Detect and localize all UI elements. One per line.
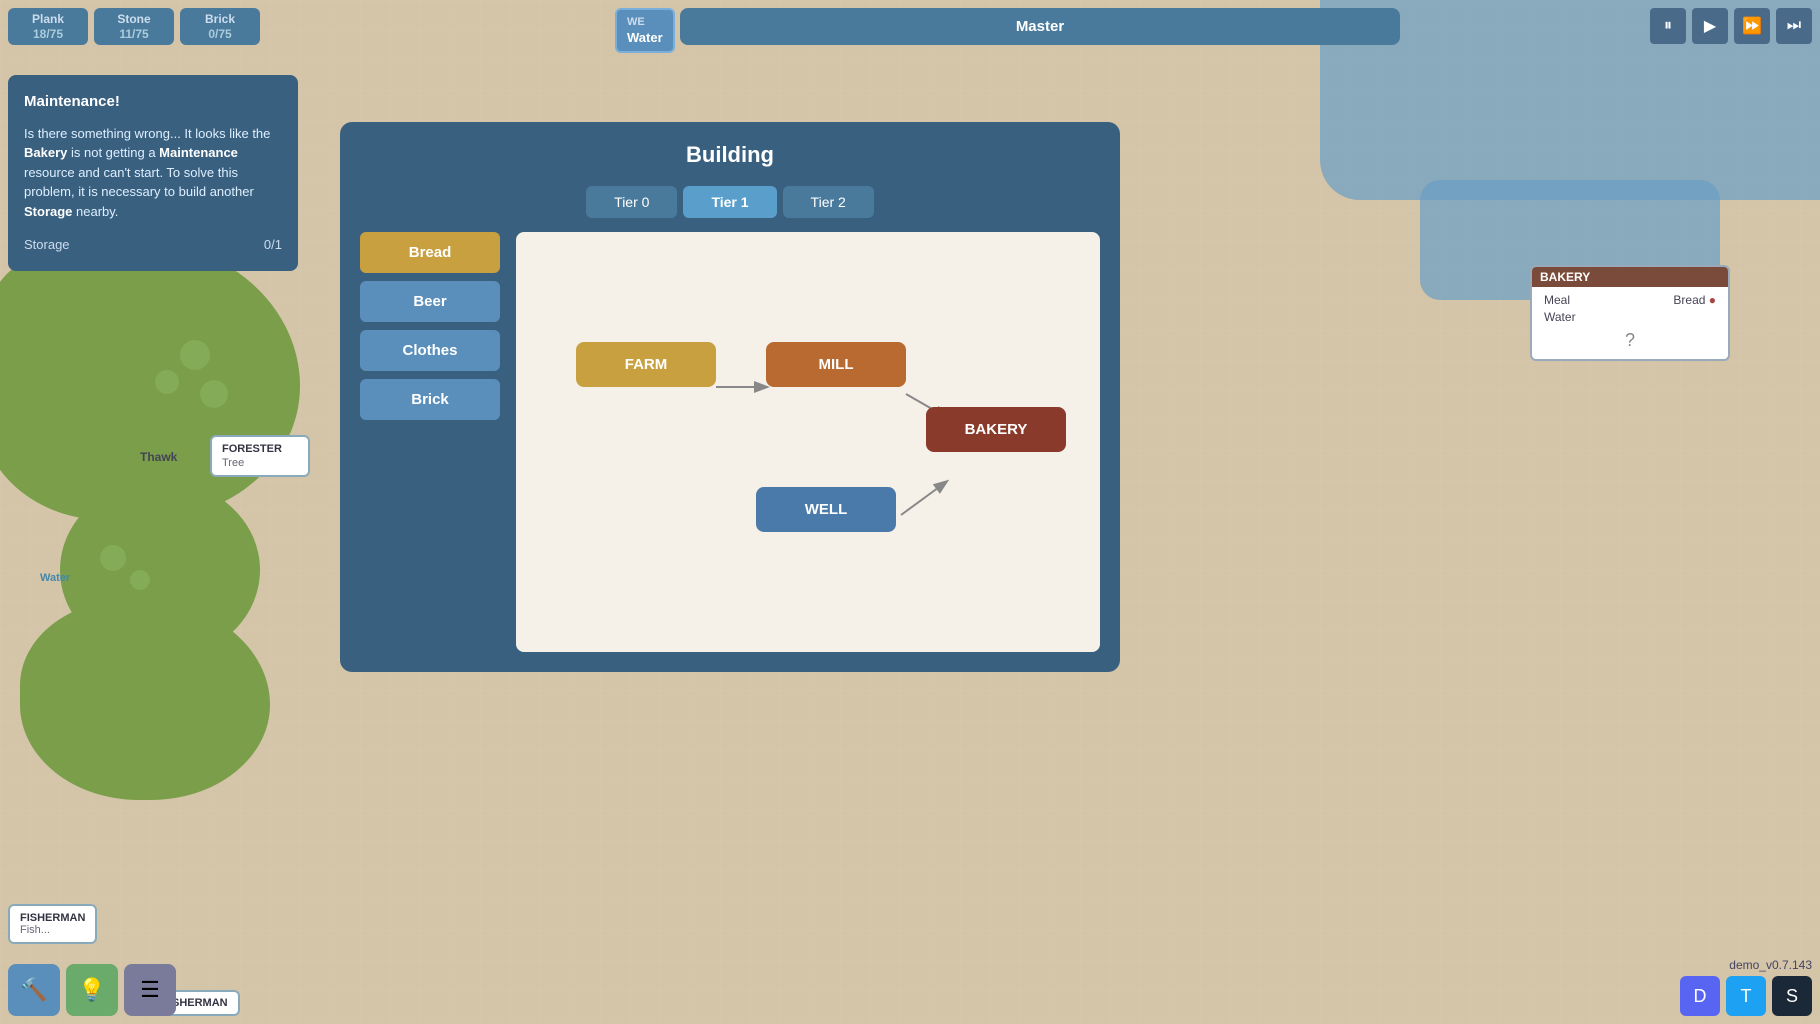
master-panel: Master (680, 8, 1400, 45)
bread-category-button[interactable]: Bread (360, 232, 500, 273)
tier-0-tab[interactable]: Tier 0 (586, 186, 677, 218)
fisherman-title: FISHERMAN (20, 912, 85, 924)
bakery-reference: Bakery (24, 145, 67, 160)
plank-resource: Plank 18/75 (8, 8, 88, 45)
we-label: WE (627, 16, 663, 28)
water-map-label: Water (40, 572, 70, 584)
resource-bar: Plank 18/75 Stone 11/75 Brick 0/75 (8, 8, 260, 45)
menu-icon: ☰ (140, 977, 160, 1003)
maintenance-body: Is there something wrong... It looks lik… (24, 124, 282, 222)
playback-controls: ⏸ ▶ ⏩ ⏭ (1650, 8, 1812, 44)
bottom-toolbar: 🔨 💡 ☰ (8, 964, 176, 1016)
category-sidebar: Bread Beer Clothes Brick (360, 232, 500, 652)
hammer-button[interactable]: 🔨 (8, 964, 60, 1016)
stone-resource: Stone 11/75 (94, 8, 174, 45)
fastest-button[interactable]: ⏭ (1776, 8, 1812, 44)
stone-value: 11/75 (104, 27, 164, 41)
building-dialog: Building Tier 0 Tier 1 Tier 2 Bread Beer… (340, 122, 1120, 672)
bakery-diagram-node: BAKERY (926, 407, 1066, 452)
terrain-detail (155, 370, 179, 394)
forester-resource: Tree (222, 457, 298, 469)
maintenance-reference: Maintenance (159, 145, 238, 160)
play-button[interactable]: ▶ (1692, 8, 1728, 44)
storage-reference: Storage (24, 204, 72, 219)
plank-label: Plank (18, 12, 78, 26)
beer-category-button[interactable]: Beer (360, 281, 500, 322)
storage-row: Storage 0/1 (24, 235, 282, 255)
mill-diagram-node: MILL (766, 342, 906, 387)
maintenance-title: Maintenance! (24, 91, 282, 114)
pause-button[interactable]: ⏸ (1650, 8, 1686, 44)
plank-value: 18/75 (18, 27, 78, 41)
sherman-label: SHERMAN (172, 997, 228, 1009)
meal-label: Meal (1544, 293, 1570, 307)
version-label: demo_v0.7.143 (1729, 958, 1812, 972)
bakery-diagram-label: BAKERY (965, 421, 1028, 438)
forester-title: FORESTER (222, 443, 298, 455)
tier-2-tab[interactable]: Tier 2 (783, 186, 874, 218)
farm-label: FARM (625, 356, 668, 373)
question-mark: ? (1544, 330, 1716, 351)
building-diagram: FARM MILL BAKERY WELL (516, 232, 1100, 652)
water-label-node: Water (1544, 310, 1576, 324)
water-row: Water (1544, 310, 1716, 324)
discord-icon: D (1694, 986, 1707, 1007)
storage-label: Storage (24, 235, 70, 255)
fisherman-resource: Fish... (20, 924, 85, 936)
bread-value: Bread ● (1673, 293, 1716, 307)
fisherman-node: FISHERMAN Fish... (8, 904, 97, 944)
farm-diagram-node: FARM (576, 342, 716, 387)
dialog-content: Bread Beer Clothes Brick (360, 232, 1100, 652)
terrain-detail (100, 545, 126, 571)
twitter-button[interactable]: T (1726, 976, 1766, 1016)
hammer-icon: 🔨 (20, 977, 47, 1003)
mill-label: MILL (819, 356, 854, 373)
dialog-title: Building (360, 142, 1100, 168)
tier-1-tab[interactable]: Tier 1 (683, 186, 776, 218)
terrain-detail (180, 340, 210, 370)
brick-value: 0/75 (190, 27, 250, 41)
we-water-node: WE Water (615, 8, 675, 53)
light-button[interactable]: 💡 (66, 964, 118, 1016)
brick-label: Brick (190, 12, 250, 26)
light-icon: 💡 (78, 977, 105, 1003)
bakery-node-title: BAKERY (1532, 267, 1728, 287)
terrain-detail (130, 570, 150, 590)
meal-row: Meal Bread ● (1544, 293, 1716, 307)
thawk-label: Thawk (140, 450, 177, 464)
brick-resource: Brick 0/75 (180, 8, 260, 45)
social-buttons: D T S (1680, 976, 1812, 1016)
brick-category-button[interactable]: Brick (360, 379, 500, 420)
maintenance-panel: Maintenance! Is there something wrong...… (8, 75, 298, 271)
steam-icon: S (1786, 986, 1798, 1007)
clothes-category-button[interactable]: Clothes (360, 330, 500, 371)
menu-button[interactable]: ☰ (124, 964, 176, 1016)
well-diagram-node: WELL (756, 487, 896, 532)
discord-button[interactable]: D (1680, 976, 1720, 1016)
storage-value: 0/1 (264, 235, 282, 255)
bakery-map-node: BAKERY Meal Bread ● Water ? (1530, 265, 1730, 361)
master-title: Master (1016, 18, 1064, 35)
stone-label: Stone (104, 12, 164, 26)
well-label: WELL (805, 501, 848, 518)
forester-node: FORESTER Tree (210, 435, 310, 477)
water-label: Water (627, 30, 663, 45)
fast-forward-button[interactable]: ⏩ (1734, 8, 1770, 44)
terrain-detail (200, 380, 228, 408)
tier-tabs: Tier 0 Tier 1 Tier 2 (360, 186, 1100, 218)
twitter-icon: T (1741, 986, 1752, 1007)
steam-button[interactable]: S (1772, 976, 1812, 1016)
